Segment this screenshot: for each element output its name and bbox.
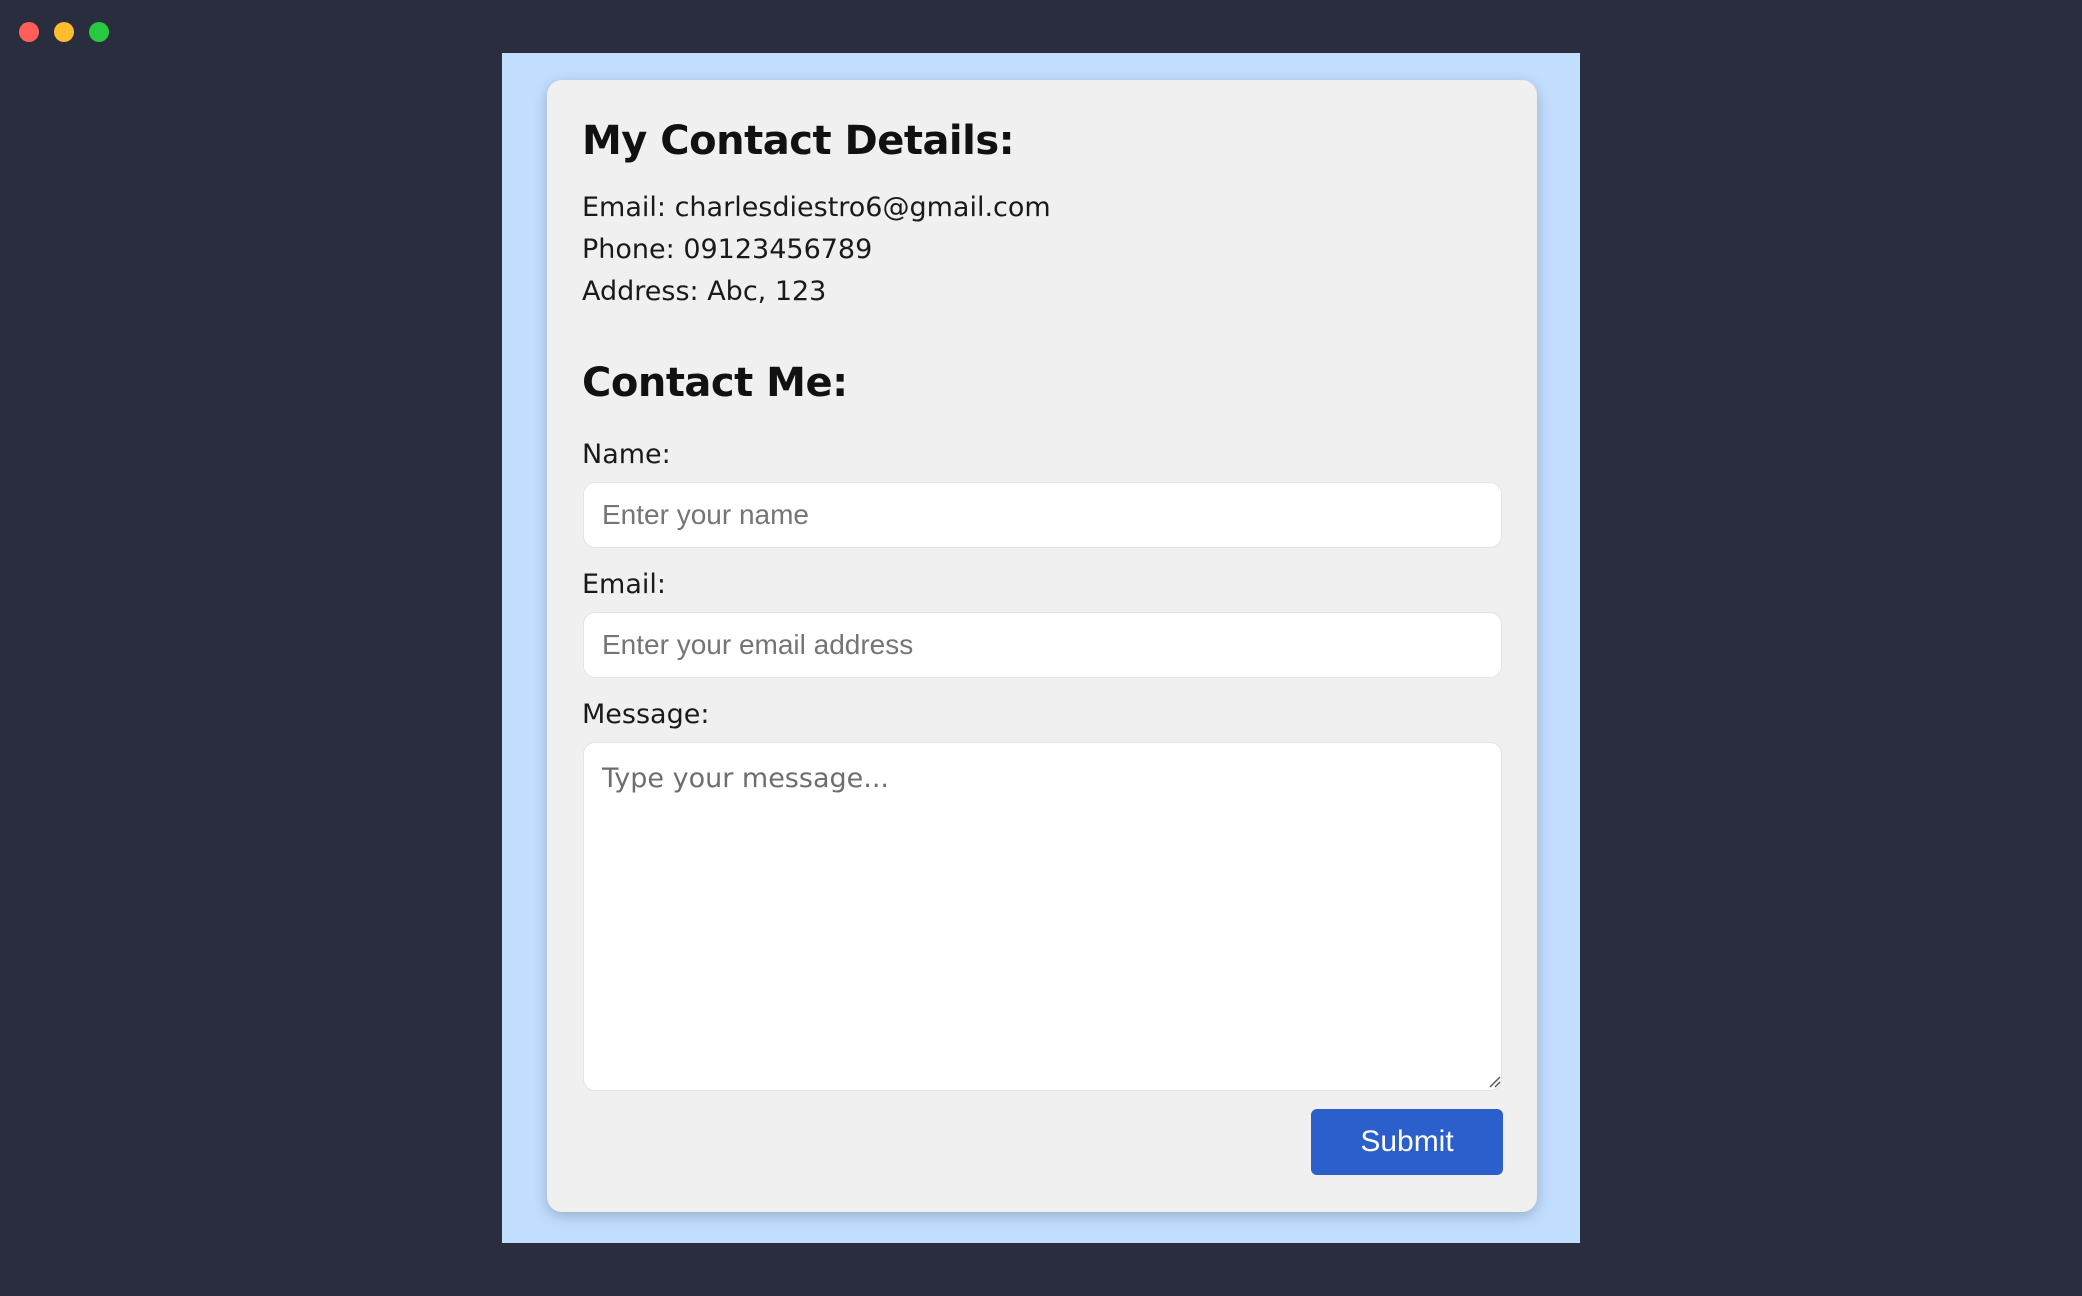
page-viewport: My Contact Details: Email: charlesdiestr… [502,53,1580,1243]
contact-address-text: Address: Abc, 123 [582,276,827,307]
message-label: Message: [582,699,710,730]
close-window-button[interactable] [19,22,39,42]
minimize-window-button[interactable] [54,22,74,42]
contact-form-heading: Contact Me: [582,360,848,406]
name-input[interactable] [583,482,1502,548]
contact-details-heading: My Contact Details: [582,118,1015,164]
contact-email-text: Email: charlesdiestro6@gmail.com [582,192,1051,223]
resize-handle-icon[interactable] [1487,1074,1501,1088]
window-controls [19,22,109,42]
email-label: Email: [582,569,667,600]
submit-button[interactable]: Submit [1311,1109,1503,1175]
email-input[interactable] [583,612,1502,678]
contact-phone-text: Phone: 09123456789 [582,234,873,265]
message-textarea[interactable] [583,742,1502,1091]
maximize-window-button[interactable] [89,22,109,42]
contact-card: My Contact Details: Email: charlesdiestr… [547,80,1537,1212]
name-label: Name: [582,439,671,470]
